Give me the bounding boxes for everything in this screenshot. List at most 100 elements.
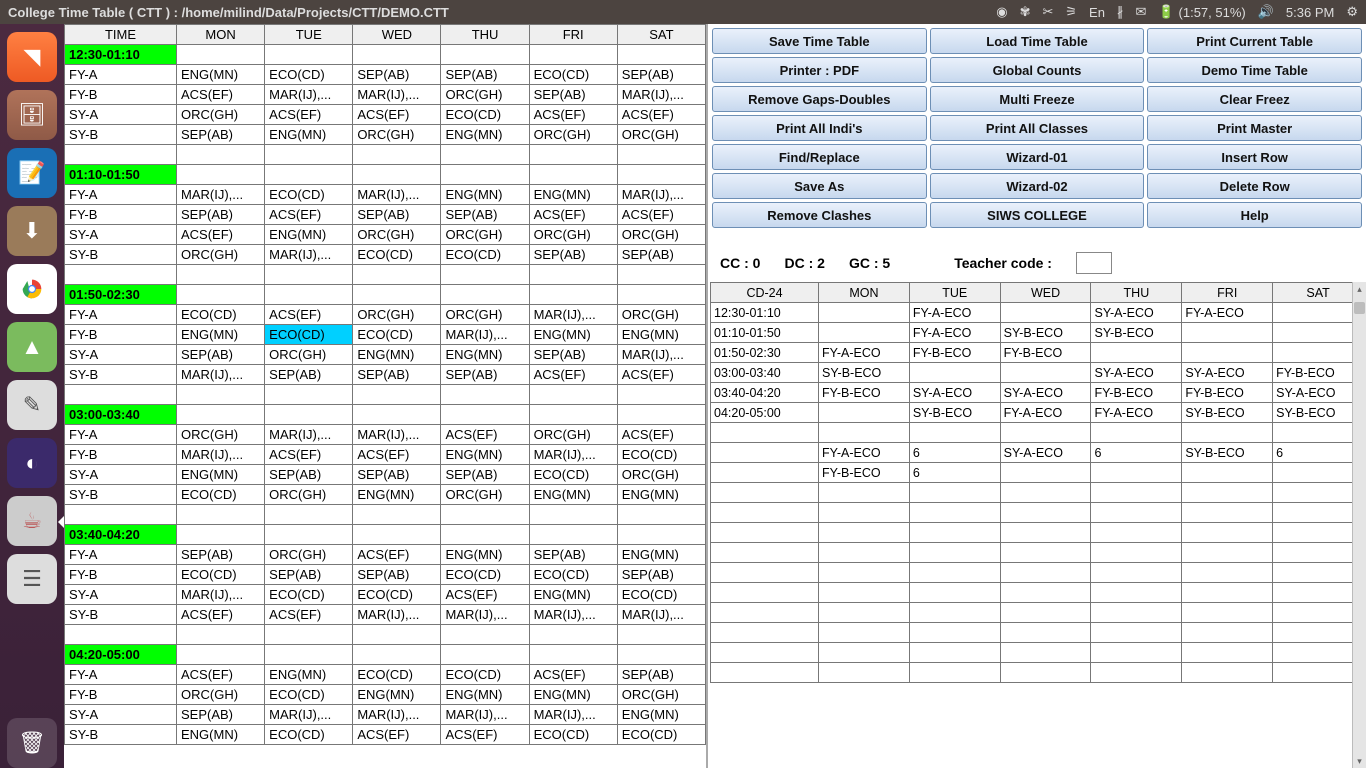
tt-cell[interactable] (353, 165, 441, 185)
tt-cell[interactable]: ORC(GH) (353, 125, 441, 145)
tt-cell[interactable]: ORC(GH) (617, 225, 705, 245)
tt-cell[interactable]: ECO(CD) (529, 65, 617, 85)
rt-cell[interactable] (909, 423, 1000, 443)
rt-cell[interactable]: FY-B-ECO (819, 463, 910, 483)
tt-cell[interactable]: MAR(IJ),... (177, 585, 265, 605)
tt-cell[interactable] (617, 525, 705, 545)
tt-cell[interactable] (265, 385, 353, 405)
demo-time-table-button[interactable]: Demo Time Table (1147, 57, 1362, 83)
rt-cell[interactable] (1182, 423, 1273, 443)
row-label[interactable]: SY-B (65, 245, 177, 265)
tt-cell[interactable]: ACS(EF) (617, 425, 705, 445)
row-label[interactable]: 01:50-02:30 (65, 285, 177, 305)
wifi-icon[interactable]: ⚞ (1065, 4, 1077, 20)
tt-cell[interactable]: SEP(AB) (265, 565, 353, 585)
tt-cell[interactable]: MAR(IJ),... (265, 245, 353, 265)
tt-cell[interactable] (177, 385, 265, 405)
tt-cell[interactable]: MAR(IJ),... (441, 705, 529, 725)
tt-header[interactable]: WED (353, 25, 441, 45)
tt-cell[interactable]: SEP(AB) (353, 465, 441, 485)
rt-cell[interactable]: SY-A-ECO (1000, 443, 1091, 463)
rt-cell[interactable] (1091, 423, 1182, 443)
battery-icon[interactable]: 🔋(1:57, 51%) (1158, 4, 1245, 20)
global-counts-button[interactable]: Global Counts (930, 57, 1145, 83)
java-app-icon[interactable]: ☕ (7, 496, 57, 546)
tt-cell[interactable]: ACS(EF) (617, 105, 705, 125)
rt-header[interactable]: SAT (1273, 283, 1364, 303)
rt-cell[interactable]: 6 (1273, 443, 1364, 463)
tt-cell[interactable] (177, 265, 265, 285)
rt-cell[interactable] (1182, 583, 1273, 603)
tt-cell[interactable] (529, 625, 617, 645)
rt-cell[interactable]: SY-A-ECO (1273, 383, 1364, 403)
tt-cell[interactable]: SEP(AB) (177, 125, 265, 145)
tt-cell[interactable]: SEP(AB) (441, 465, 529, 485)
rt-cell[interactable] (909, 503, 1000, 523)
rt-cell[interactable] (819, 523, 910, 543)
tt-cell[interactable] (529, 265, 617, 285)
row-label[interactable]: SY-B (65, 725, 177, 745)
load-time-table-button[interactable]: Load Time Table (930, 28, 1145, 54)
rt-time[interactable]: 03:40-04:20 (711, 383, 819, 403)
tt-cell[interactable]: ECO(CD) (353, 665, 441, 685)
tt-cell[interactable]: ECO(CD) (177, 565, 265, 585)
tt-cell[interactable]: MAR(IJ),... (441, 325, 529, 345)
tt-cell[interactable]: ACS(EF) (353, 105, 441, 125)
tt-cell[interactable] (441, 265, 529, 285)
tt-cell[interactable]: MAR(IJ),... (617, 345, 705, 365)
tt-cell[interactable]: ACS(EF) (441, 725, 529, 745)
row-label[interactable]: FY-B (65, 445, 177, 465)
tt-cell[interactable]: ORC(GH) (617, 305, 705, 325)
tt-cell[interactable]: ECO(CD) (617, 445, 705, 465)
rt-time[interactable] (711, 583, 819, 603)
rt-cell[interactable] (1273, 603, 1364, 623)
tt-cell[interactable]: ECO(CD) (177, 305, 265, 325)
tt-cell[interactable]: ACS(EF) (353, 725, 441, 745)
tt-cell[interactable]: ECO(CD) (353, 585, 441, 605)
tt-cell[interactable] (441, 405, 529, 425)
rt-cell[interactable] (1091, 603, 1182, 623)
bluetooth-icon[interactable]: ∦ (1117, 4, 1124, 20)
rt-cell[interactable] (1000, 463, 1091, 483)
tt-cell[interactable] (177, 405, 265, 425)
tt-cell[interactable]: ACS(EF) (617, 205, 705, 225)
tt-cell[interactable] (441, 385, 529, 405)
gear-icon[interactable]: ⚙ (1346, 4, 1358, 20)
tt-cell[interactable]: SEP(AB) (177, 345, 265, 365)
tt-cell[interactable]: ORC(GH) (441, 225, 529, 245)
rt-cell[interactable] (1273, 423, 1364, 443)
trash-icon[interactable]: 🗑 (7, 718, 57, 768)
row-label[interactable]: SY-B (65, 485, 177, 505)
tt-cell[interactable] (529, 645, 617, 665)
tt-cell[interactable]: ORC(GH) (177, 105, 265, 125)
row-label[interactable]: 03:40-04:20 (65, 525, 177, 545)
rt-cell[interactable] (1000, 663, 1091, 683)
rt-time[interactable] (711, 543, 819, 563)
rt-cell[interactable] (909, 483, 1000, 503)
help-button[interactable]: Help (1147, 202, 1362, 228)
tt-cell[interactable]: ECO(CD) (617, 585, 705, 605)
tt-cell[interactable] (441, 45, 529, 65)
rt-cell[interactable] (819, 623, 910, 643)
tt-cell[interactable]: ENG(MN) (441, 345, 529, 365)
tt-header[interactable]: TUE (265, 25, 353, 45)
tt-cell[interactable] (353, 45, 441, 65)
tt-cell[interactable]: ECO(CD) (529, 465, 617, 485)
rt-cell[interactable]: FY-B-ECO (1091, 383, 1182, 403)
tt-cell[interactable]: SEP(AB) (529, 545, 617, 565)
tt-cell[interactable]: ACS(EF) (529, 205, 617, 225)
tt-cell[interactable]: SEP(AB) (441, 365, 529, 385)
scroll-thumb[interactable] (1354, 302, 1365, 314)
rt-cell[interactable] (1091, 463, 1182, 483)
text-editor-icon[interactable]: ✎ (7, 380, 57, 430)
rt-cell[interactable] (1182, 643, 1273, 663)
rt-cell[interactable] (1273, 463, 1364, 483)
rt-cell[interactable]: FY-A-ECO (1000, 403, 1091, 423)
row-label[interactable]: 03:00-03:40 (65, 405, 177, 425)
rt-cell[interactable] (1273, 483, 1364, 503)
row-label[interactable]: SY-A (65, 345, 177, 365)
tt-cell[interactable]: ORC(GH) (265, 345, 353, 365)
row-label[interactable]: SY-B (65, 605, 177, 625)
rt-cell[interactable] (1091, 483, 1182, 503)
tt-cell[interactable]: ECO(CD) (177, 485, 265, 505)
